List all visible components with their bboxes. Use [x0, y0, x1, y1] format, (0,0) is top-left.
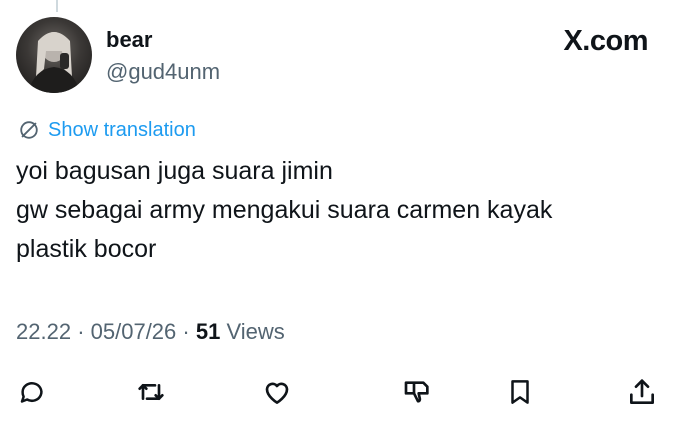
action-bar [0, 372, 680, 412]
tweet-time[interactable]: 22.22 [16, 319, 71, 344]
meta-separator: · [77, 319, 85, 344]
dislike-button[interactable] [398, 372, 438, 412]
tweet-text-line: plastik bocor [16, 235, 157, 263]
brand-logo: X.com [563, 25, 648, 57]
thread-connector-line [56, 0, 58, 12]
tweet-text-line: gw sebagai army mengakui suara carmen ka… [16, 196, 553, 224]
share-icon [626, 376, 658, 408]
tweet-text-line: yoi bagusan juga suara jimin [16, 157, 333, 185]
show-translation-button[interactable]: Show translation [18, 118, 196, 142]
share-button[interactable] [622, 372, 662, 412]
display-name[interactable]: bear [106, 27, 152, 53]
heart-icon [261, 376, 293, 408]
like-button[interactable] [257, 372, 297, 412]
tweet-date[interactable]: 05/07/26 [91, 319, 177, 344]
translate-icon [18, 119, 40, 141]
retweet-button[interactable] [131, 372, 171, 412]
bookmark-icon [505, 377, 535, 407]
meta-separator: · [182, 319, 190, 344]
user-handle[interactable]: @gud4unm [106, 59, 220, 85]
thumbs-down-icon [402, 376, 434, 408]
tweet-text: yoi bagusan juga suara jimin gw sebagai … [16, 152, 656, 269]
views-count: 51 [195, 319, 221, 344]
bookmark-button[interactable] [500, 372, 540, 412]
retweet-icon [135, 376, 167, 408]
tweet-meta: 22.22 · 05/07/26 · 51 Views [16, 318, 285, 346]
avatar[interactable] [16, 17, 92, 93]
show-translation-label: Show translation [48, 119, 196, 141]
views-label: Views [226, 319, 285, 344]
reply-icon [17, 377, 47, 407]
reply-button[interactable] [12, 372, 52, 412]
